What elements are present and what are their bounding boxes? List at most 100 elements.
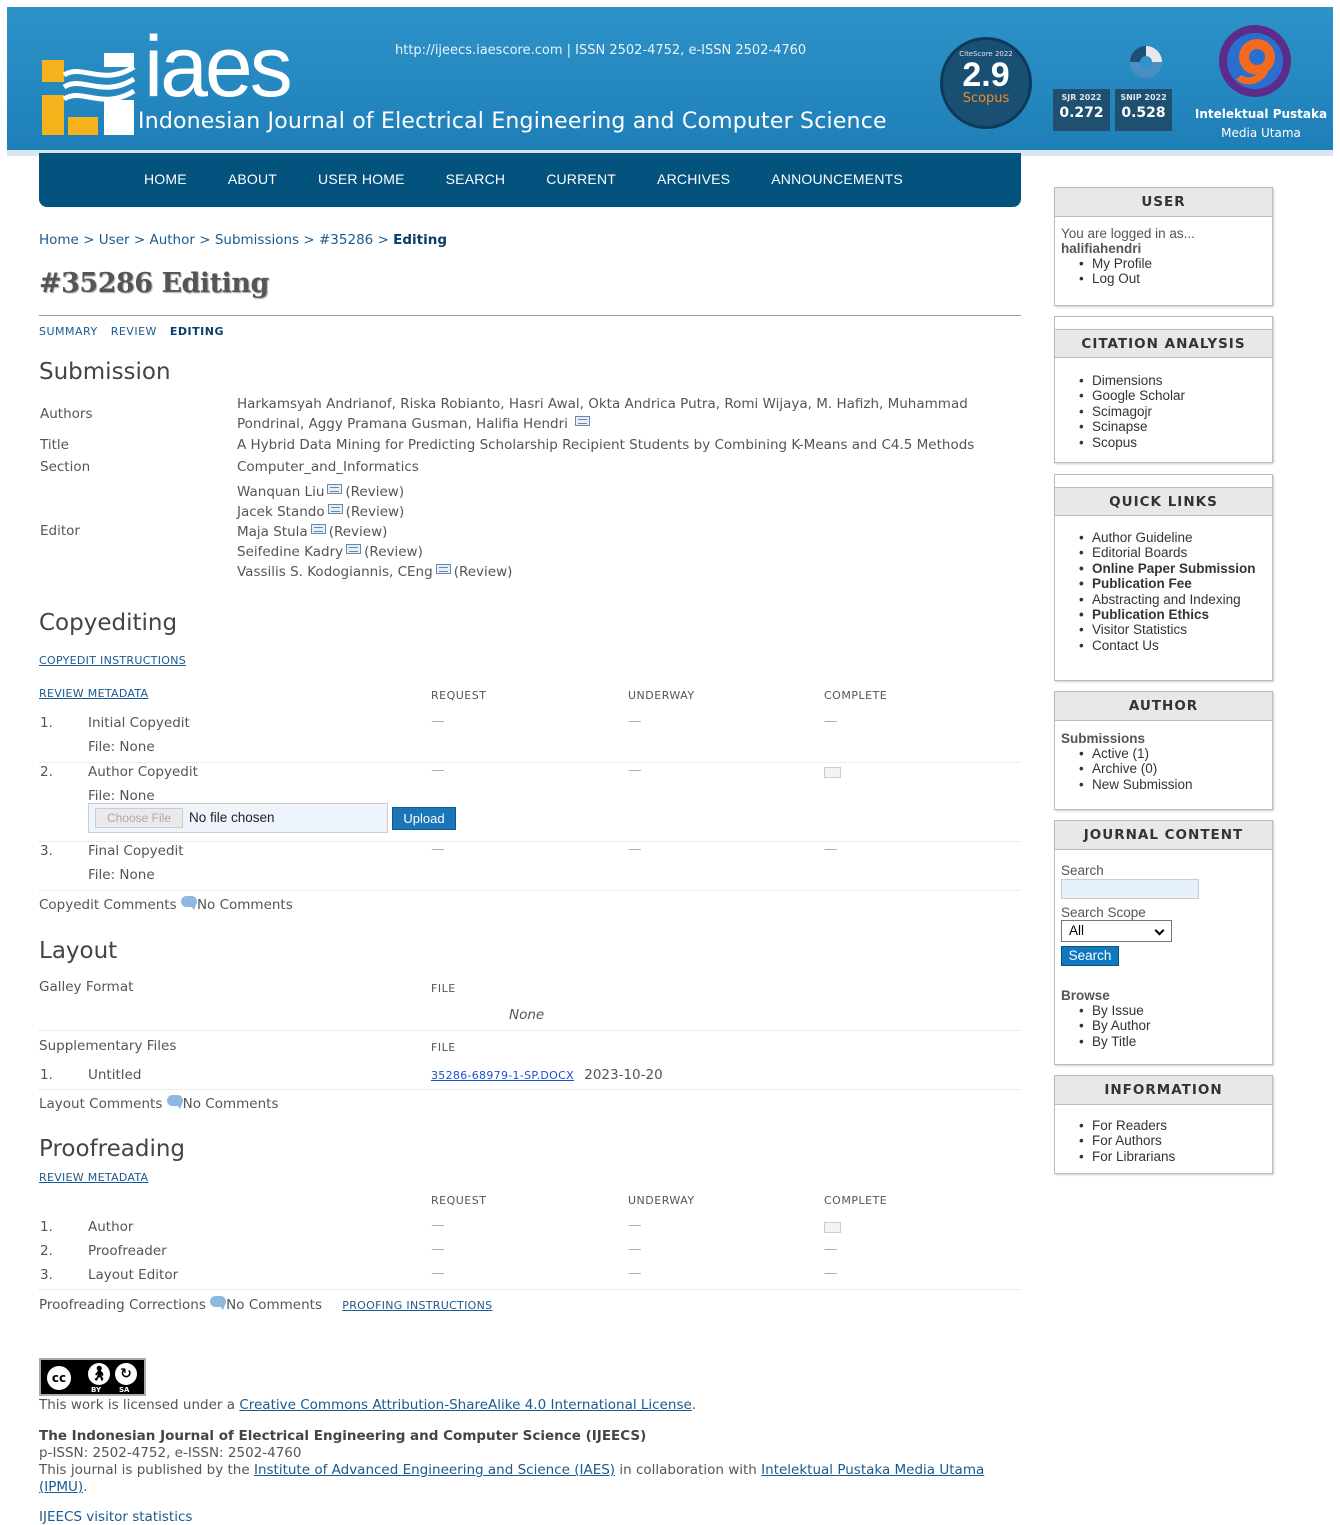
link-scinapse[interactable]: Scinapse — [1079, 419, 1266, 435]
link-editorial-boards[interactable]: Editorial Boards — [1079, 545, 1266, 561]
proofing-instructions-link[interactable]: PROOFING INSTRUCTIONS — [342, 1299, 492, 1312]
link-author-guideline[interactable]: Author Guideline — [1079, 530, 1266, 546]
editor-name: Maja Stula — [237, 524, 308, 540]
link-scopus[interactable]: Scopus — [1079, 435, 1266, 451]
email-editor-icon[interactable] — [435, 564, 451, 574]
copyedit-row-file: File: None — [88, 788, 155, 804]
tab-review[interactable]: REVIEW — [111, 325, 157, 338]
breadcrumb-submissions[interactable]: Submissions — [215, 232, 299, 248]
choose-file-button[interactable]: Choose File — [95, 808, 183, 828]
breadcrumb-current[interactable]: Editing — [393, 232, 447, 248]
link-for-readers[interactable]: For Readers — [1079, 1118, 1266, 1134]
copyedit-row-request: — — [431, 762, 445, 778]
link-abstracting-indexing[interactable]: Abstracting and Indexing — [1079, 592, 1266, 608]
link-dimensions[interactable]: Dimensions — [1079, 373, 1266, 389]
breadcrumb-author[interactable]: Author — [149, 232, 194, 248]
cc-sa-icon: ↻ — [115, 1363, 137, 1385]
authors-value: Harkamsyah Andrianof, Riska Robianto, Ha… — [237, 394, 968, 434]
comment-icon[interactable] — [210, 1296, 227, 1310]
breadcrumb-home[interactable]: Home — [39, 232, 79, 248]
proof-row-request: — — [431, 1217, 445, 1233]
nav-search[interactable]: SEARCH — [446, 153, 506, 205]
file-input[interactable]: Choose File No file chosen — [88, 803, 388, 833]
collab-text: in collaboration with — [619, 1462, 757, 1478]
license-link[interactable]: Creative Commons Attribution-ShareAlike … — [239, 1397, 692, 1413]
proofreading-corrections-value[interactable]: No Comments — [226, 1297, 322, 1313]
publisher-line-2: (IPMU). — [39, 1479, 87, 1495]
editor-item: Jacek Stando (Review) — [237, 502, 512, 522]
link-by-issue[interactable]: By Issue — [1079, 1003, 1266, 1019]
nav-about[interactable]: ABOUT — [228, 153, 277, 205]
supplementary-row-num: 1. — [40, 1067, 53, 1083]
quick-links-title: QUICK LINKS — [1055, 487, 1272, 516]
link-google-scholar[interactable]: Google Scholar — [1079, 388, 1266, 404]
link-scimagojr[interactable]: Scimagojr — [1079, 404, 1266, 420]
authors-line-1: Harkamsyah Andrianof, Riska Robianto, Ha… — [237, 396, 968, 412]
citescore-badge[interactable]: CiteScore 2022 2.9 Scopus — [940, 37, 1032, 129]
nav-archives[interactable]: ARCHIVES — [657, 153, 730, 205]
ipmu-link[interactable]: Intelektual Pustaka Media Utama — [761, 1462, 984, 1478]
nav-announcements[interactable]: ANNOUNCEMENTS — [771, 153, 903, 205]
layout-comments-label: Layout Comments — [39, 1096, 163, 1112]
link-archive-submissions[interactable]: Archive (0) — [1079, 761, 1266, 777]
supplementary-file-link[interactable]: 35286-68979-1-SP.DOCX — [431, 1069, 574, 1082]
link-publication-fee[interactable]: Publication Fee — [1079, 576, 1266, 592]
link-by-author[interactable]: By Author — [1079, 1018, 1266, 1034]
copyedit-row-num: 1. — [40, 715, 53, 731]
link-publication-ethics[interactable]: Publication Ethics — [1079, 607, 1266, 623]
proof-row-request: — — [431, 1241, 445, 1257]
proof-row-label: Proofreader — [88, 1243, 167, 1259]
breadcrumb-submission-id[interactable]: #35286 — [319, 232, 373, 248]
link-visitor-statistics[interactable]: Visitor Statistics — [1079, 622, 1266, 638]
upload-button[interactable]: Upload — [392, 807, 456, 830]
nav-home[interactable]: HOME — [144, 153, 187, 205]
publisher-subname: Media Utama — [1221, 126, 1301, 140]
email-authors-icon[interactable] — [575, 416, 591, 426]
comment-icon[interactable] — [180, 896, 197, 910]
sidebar-search-button[interactable]: Search — [1061, 946, 1119, 966]
cc-license-badge[interactable]: cc 🚶︎ ↻ BY SA — [39, 1358, 146, 1396]
copyedit-review-metadata-link[interactable]: REVIEW METADATA — [39, 687, 148, 700]
breadcrumb-user[interactable]: User — [99, 232, 130, 248]
tab-summary[interactable]: SUMMARY — [39, 325, 98, 338]
proof-row-label: Layout Editor — [88, 1267, 179, 1283]
link-active-submissions[interactable]: Active (1) — [1079, 746, 1266, 762]
layout-comments-value[interactable]: No Comments — [183, 1096, 279, 1112]
snip-metric[interactable]: SNIP 2022 0.528 — [1115, 89, 1172, 131]
search-scope-select[interactable]: All — [1061, 920, 1172, 942]
copyedit-row-file: File: None — [88, 739, 155, 755]
supplementary-file-entry: 35286-68979-1-SP.DOCX 2023-10-20 — [431, 1067, 663, 1083]
editor-role: (Review) — [345, 504, 405, 520]
email-editor-icon[interactable] — [310, 524, 326, 534]
copyedit-row-label: Initial Copyedit — [88, 715, 190, 731]
comment-icon[interactable] — [166, 1095, 183, 1109]
link-for-librarians[interactable]: For Librarians — [1079, 1149, 1266, 1165]
copyedit-row-request: — — [431, 713, 445, 729]
nav-user-home[interactable]: USER HOME — [318, 153, 405, 205]
proofreading-review-metadata-link[interactable]: REVIEW METADATA — [39, 1171, 148, 1184]
link-by-title[interactable]: By Title — [1079, 1034, 1266, 1050]
email-editor-icon[interactable] — [327, 504, 343, 514]
link-new-submission[interactable]: New Submission — [1079, 777, 1266, 793]
sidebar-search-input[interactable] — [1061, 879, 1199, 899]
link-contact-us[interactable]: Contact Us — [1079, 638, 1266, 654]
ipmu-logo-icon — [1219, 25, 1291, 97]
ipmu-abbrev-link[interactable]: (IPMU) — [39, 1479, 83, 1495]
copyedit-comments-value[interactable]: No Comments — [197, 897, 293, 913]
email-editor-icon[interactable] — [346, 544, 362, 554]
link-log-out[interactable]: Log Out — [1079, 271, 1266, 287]
page-title: #35286 Editing — [39, 268, 269, 299]
tab-editing[interactable]: EDITING — [170, 325, 224, 338]
sjr-metric[interactable]: SJR 2022 0.272 — [1053, 89, 1110, 131]
iaes-link[interactable]: Institute of Advanced Engineering and Sc… — [254, 1462, 615, 1478]
nav-current[interactable]: CURRENT — [546, 153, 616, 205]
copyedit-instructions-link[interactable]: COPYEDIT INSTRUCTIONS — [39, 654, 186, 667]
iaes-logo-icon — [42, 53, 136, 135]
link-online-paper-submission[interactable]: Online Paper Submission — [1079, 561, 1266, 577]
file-status: No file chosen — [189, 810, 275, 825]
link-for-authors[interactable]: For Authors — [1079, 1133, 1266, 1149]
link-my-profile[interactable]: My Profile — [1079, 256, 1266, 272]
editor-name: Seifedine Kadry — [237, 544, 344, 560]
authors-line-2-text: Pondrinal, Aggy Pramana Gusman, Halifia … — [237, 416, 568, 432]
email-editor-icon[interactable] — [327, 484, 343, 494]
